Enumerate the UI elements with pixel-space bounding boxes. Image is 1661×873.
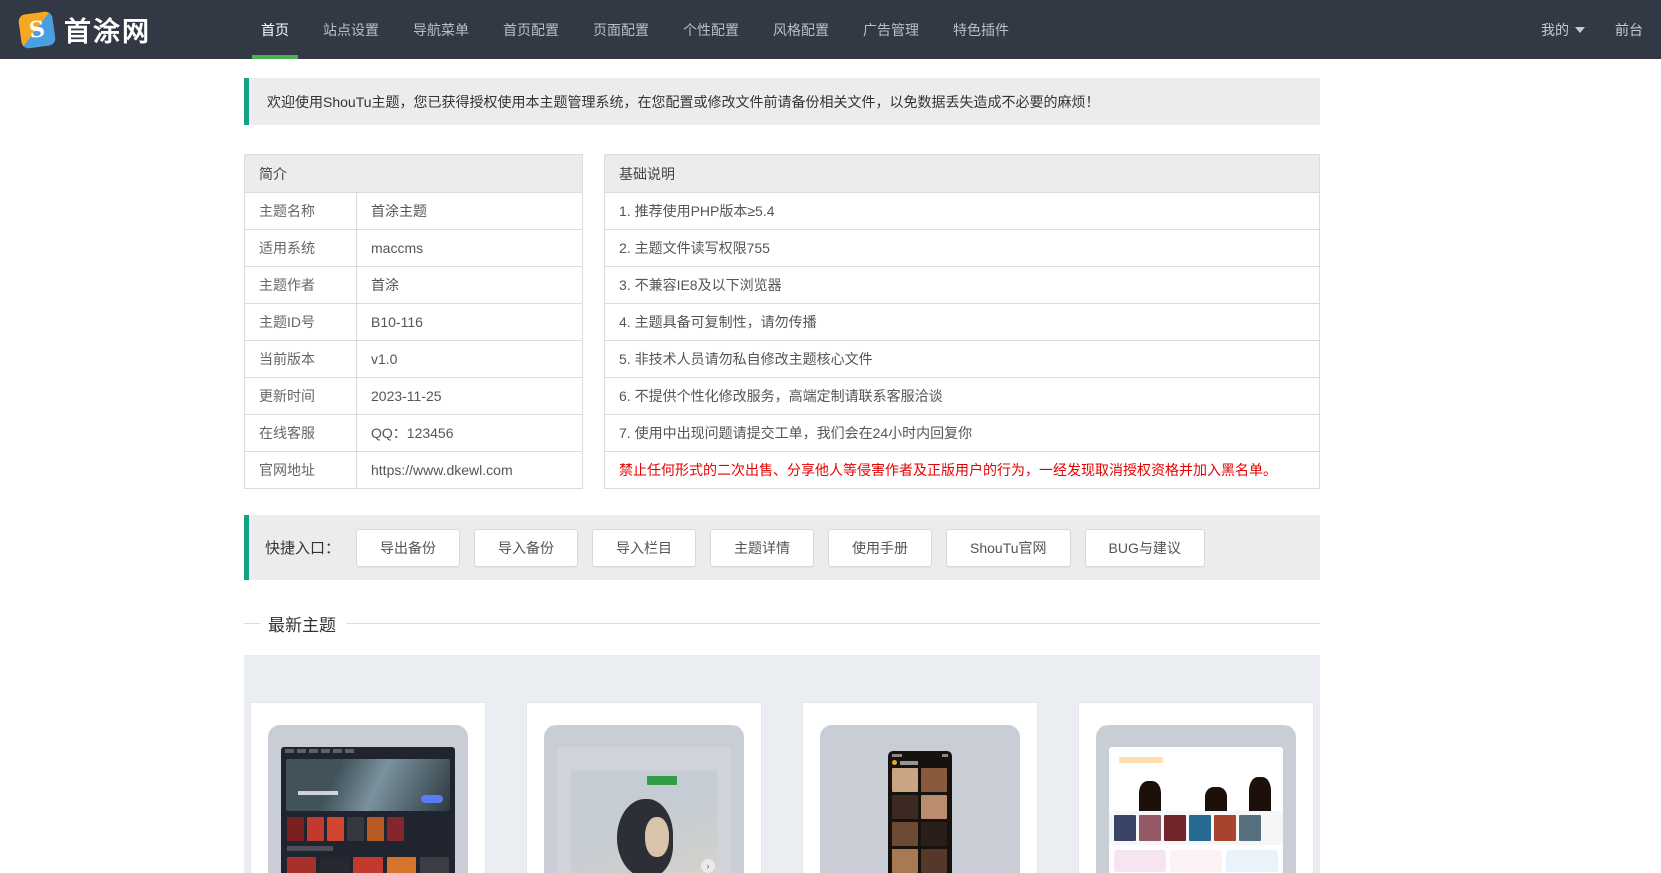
row-value-website: https://www.dkewl.com [356,451,583,489]
row-value: B10-116 [356,303,583,341]
preview-banner [286,759,450,811]
logo-text: 首涂网 [64,17,151,48]
chevron-down-icon [1575,26,1585,33]
row-label: 官网地址 [244,451,357,489]
import-backup-button[interactable]: 导入备份 [474,528,579,567]
nav-item-nav-menu[interactable]: 导航菜单 [396,0,486,59]
row-label: 主题作者 [244,266,357,304]
row-label: 在线客服 [244,414,357,452]
latest-themes-header: 最新主题 [244,611,1320,636]
theme-card-mobile-photo[interactable] [802,702,1038,873]
note-item: 5. 非技术人员请勿私自修改主题核心文件 [604,340,1320,378]
note-item: 2. 主题文件读写权限755 [604,229,1320,267]
nav-item-site-settings[interactable]: 站点设置 [306,0,396,59]
latest-themes-grid: › [244,655,1320,873]
player-frame: › [571,771,717,873]
site-logo[interactable]: S 首涂网 [17,0,230,59]
row-value: v1.0 [356,340,583,378]
nav-item-featured-plugins[interactable]: 特色插件 [936,0,1026,59]
notes-table: 基础说明 1. 推荐使用PHP版本≥5.4 2. 主题文件读写权限755 3. … [604,154,1320,489]
logo-icon: S [17,10,57,49]
theme-preview-screenshot: › [557,747,731,873]
theme-preview-tablet [1096,725,1296,873]
nav-item-home-config[interactable]: 首页配置 [486,0,576,59]
table-row: 当前版本 v1.0 [244,340,583,378]
nav-item-ad-management[interactable]: 广告管理 [846,0,936,59]
intro-table-header: 简介 [244,154,583,193]
main-content: 欢迎使用ShouTu主题，您已获得授权使用本主题管理系统，在您配置或修改文件前请… [244,78,1320,873]
theme-preview-tablet: › [544,725,744,873]
theme-card-game-movie-site[interactable] [1078,702,1314,873]
nav-item-home[interactable]: 首页 [244,0,306,59]
warning-text: 禁止任何形式的二次出售、分享他人等侵害作者及正版用户的行为，一经发现取消授权资格… [604,451,1320,489]
row-value: QQ：123456 [356,414,583,452]
nav-item-page-config[interactable]: 页面配置 [576,0,666,59]
table-row: 主题作者 首涂 [244,266,583,304]
theme-preview-phone-screenshot [888,751,952,873]
theme-preview-tablet [268,725,468,873]
intro-table: 简介 主题名称 首涂主题 适用系统 maccms 主题作者 首涂 主题ID号 B… [244,154,583,489]
user-manual-button[interactable]: 使用手册 [828,528,933,567]
note-item: 1. 推荐使用PHP版本≥5.4 [604,192,1320,230]
row-value: 2023-11-25 [356,377,583,415]
row-label: 更新时间 [244,377,357,415]
row-label: 主题ID号 [244,303,357,341]
navbar-right: 我的 前台 [1539,0,1645,59]
table-row: 2. 主题文件读写权限755 [604,229,1320,267]
theme-card-video-player[interactable]: › [526,702,762,873]
table-row: 5. 非技术人员请勿私自修改主题核心文件 [604,340,1320,378]
theme-details-button[interactable]: 主题详情 [710,528,815,567]
quick-entry-label: 快捷入口： [265,540,341,557]
note-item: 3. 不兼容IE8及以下浏览器 [604,266,1320,304]
theme-preview-screenshot [1109,747,1283,873]
my-dropdown[interactable]: 我的 [1539,20,1587,40]
top-navbar: S 首涂网 首页 站点设置 导航菜单 首页配置 页面配置 个性配置 风格配置 广… [0,0,1661,59]
note-item: 6. 不提供个性化修改服务，高端定制请联系客服洽谈 [604,377,1320,415]
nav-item-style-config[interactable]: 风格配置 [756,0,846,59]
divider-dash [244,623,260,624]
quick-entry-bar: 快捷入口： 导出备份 导入备份 导入栏目 主题详情 使用手册 ShouTu官网 … [244,515,1320,580]
my-dropdown-label: 我的 [1541,21,1569,38]
welcome-alert: 欢迎使用ShouTu主题，您已获得授权使用本主题管理系统，在您配置或修改文件前请… [244,78,1320,125]
export-backup-button[interactable]: 导出备份 [356,528,461,567]
divider-line [346,623,1320,624]
table-row: 1. 推荐使用PHP版本≥5.4 [604,192,1320,230]
player-logo-badge [646,776,677,785]
table-row: 禁止任何形式的二次出售、分享他人等侵害作者及正版用户的行为，一经发现取消授权资格… [604,451,1320,489]
table-row: 主题名称 首涂主题 [244,192,583,230]
latest-themes-title: 最新主题 [268,616,336,635]
row-value: 首涂 [356,266,583,304]
table-row: 在线客服 QQ：123456 [244,414,583,452]
row-label: 当前版本 [244,340,357,378]
theme-card-dark-video-site[interactable] [250,702,486,873]
notes-table-header: 基础说明 [604,154,1320,193]
table-row: 3. 不兼容IE8及以下浏览器 [604,266,1320,304]
row-label: 适用系统 [244,229,357,267]
table-row: 7. 使用中出现问题请提交工单，我们会在24小时内回复你 [604,414,1320,452]
table-row: 6. 不提供个性化修改服务，高端定制请联系客服洽谈 [604,377,1320,415]
table-row: 官网地址 https://www.dkewl.com [244,451,583,489]
theme-preview-screenshot [281,747,455,873]
preview-banner [1109,747,1283,811]
nav-item-personal-config[interactable]: 个性配置 [666,0,756,59]
table-row: 4. 主题具备可复制性，请勿传播 [604,303,1320,341]
info-tables: 简介 主题名称 首涂主题 适用系统 maccms 主题作者 首涂 主题ID号 B… [244,154,1320,489]
main-menu: 首页 站点设置 导航菜单 首页配置 页面配置 个性配置 风格配置 广告管理 特色… [244,0,1026,59]
table-row: 主题ID号 B10-116 [244,303,583,341]
row-value: 首涂主题 [356,192,583,230]
frontend-link[interactable]: 前台 [1613,20,1645,40]
note-item: 4. 主题具备可复制性，请勿传播 [604,303,1320,341]
table-row: 适用系统 maccms [244,229,583,267]
shoutu-official-site-button[interactable]: ShouTu官网 [946,528,1071,567]
bug-suggestion-button[interactable]: BUG与建议 [1084,528,1205,567]
theme-preview-tablet [820,725,1020,873]
row-value: maccms [356,229,583,267]
row-label: 主题名称 [244,192,357,230]
table-row: 更新时间 2023-11-25 [244,377,583,415]
welcome-alert-text: 欢迎使用ShouTu主题，您已获得授权使用本主题管理系统，在您配置或修改文件前请… [267,93,1100,110]
note-item: 7. 使用中出现问题请提交工单，我们会在24小时内回复你 [604,414,1320,452]
next-arrow-icon: › [701,859,715,873]
import-categories-button[interactable]: 导入栏目 [592,528,697,567]
